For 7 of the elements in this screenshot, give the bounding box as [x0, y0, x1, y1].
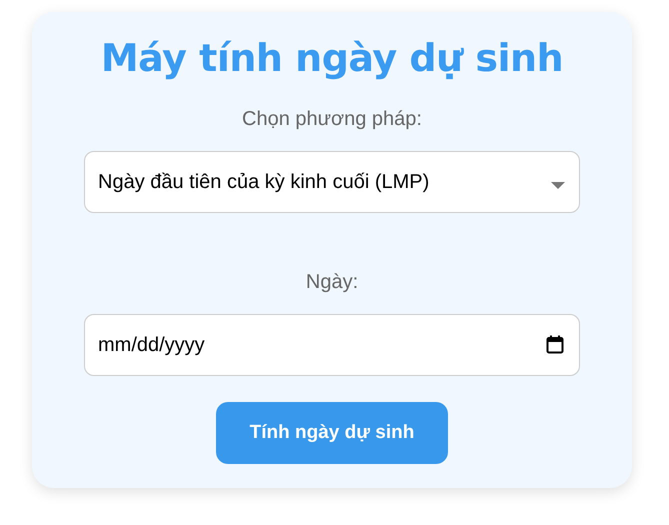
date-field[interactable]: mm/dd/yyyy	[84, 314, 580, 376]
calendar-icon[interactable]	[546, 335, 564, 354]
date-label: Ngày:	[306, 271, 358, 294]
method-select[interactable]: Ngày đầu tiên của kỳ kinh cuối (LMP)	[84, 151, 580, 213]
page-title: Máy tính ngày dự sinh	[100, 36, 564, 80]
method-label: Chọn phương pháp:	[242, 108, 422, 131]
caret-icon	[551, 182, 565, 188]
